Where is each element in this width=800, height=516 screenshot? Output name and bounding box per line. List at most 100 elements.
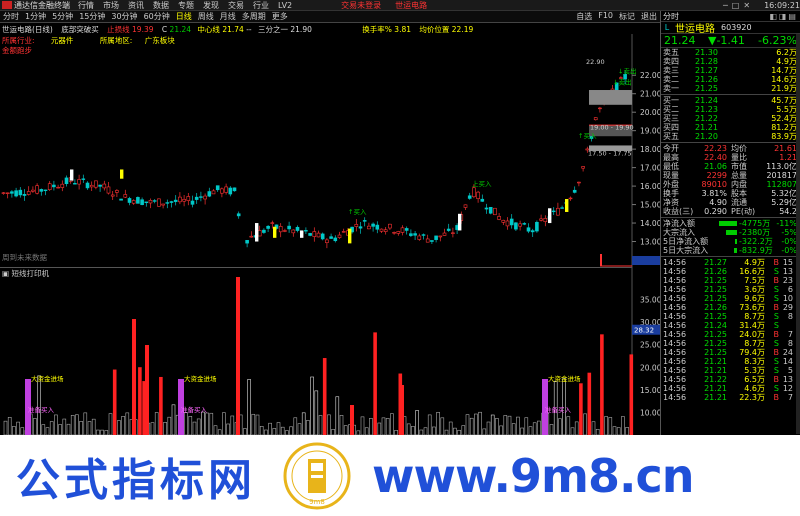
menu-item[interactable]: 行业	[253, 1, 269, 10]
stat-value: 21.06	[704, 162, 727, 171]
indicator-bar	[549, 424, 554, 435]
indicator-name[interactable]: 底部突破买	[61, 25, 99, 34]
menu-item[interactable]: 专题	[178, 1, 194, 10]
menu-item[interactable]: 资讯	[128, 1, 144, 10]
candle-body	[518, 223, 522, 227]
indicator-bar	[318, 415, 323, 435]
order-book-row[interactable]: 买一 21.24 45.7万	[661, 96, 800, 105]
period-tab[interactable]: 5分钟	[49, 11, 76, 22]
indicator-bar	[259, 426, 264, 435]
order-book-row[interactable]: 买三 21.22 52.4万	[661, 114, 800, 123]
tick-row[interactable]: 14:56 21.21 4.6万 S 12	[661, 384, 800, 393]
period-tab[interactable]: 周线	[195, 11, 217, 22]
quote-scrollbar[interactable]	[796, 34, 800, 434]
stat-label: 净资	[663, 198, 679, 207]
tick-row[interactable]: 14:56 21.26 16.6万 S 13	[661, 267, 800, 276]
tick-time: 14:56	[663, 312, 687, 321]
order-book-row[interactable]: 买五 21.20 83.9万	[661, 132, 800, 141]
tick-row[interactable]: 14:56 21.27 4.9万 B 15	[661, 258, 800, 267]
indicator-bar	[247, 379, 251, 435]
candle-body	[556, 207, 560, 216]
tick-row[interactable]: 14:56 21.21 5.3万 S 5	[661, 366, 800, 375]
menu-item[interactable]: 发现	[203, 1, 219, 10]
tick-row[interactable]: 14:56 21.25 3.6万 S 6	[661, 285, 800, 294]
menu-item[interactable]: 行情	[78, 1, 94, 10]
period-tab[interactable]: 1分钟	[22, 11, 49, 22]
menu-item[interactable]: LV2	[278, 1, 292, 10]
indicator-subchart[interactable]: 35.0030.0025.0020.0015.0010.0028.32大资金进场…	[0, 277, 660, 435]
tick-row[interactable]: 14:56 21.25 79.4万 B 24	[661, 348, 800, 357]
tick-row[interactable]: 14:56 21.22 6.5万 B 13	[661, 375, 800, 384]
tick-row[interactable]: 14:56 21.25 9.6万 S 10	[661, 294, 800, 303]
window-controls-icon[interactable]: ─□✕	[723, 1, 754, 10]
tick-price: 21.26	[704, 267, 727, 276]
stat-label: 市值	[731, 162, 747, 171]
order-book-row[interactable]: 买四 21.21 81.2万	[661, 123, 800, 132]
order-book-row[interactable]: 卖二 21.26 14.6万	[661, 75, 800, 84]
period-tab[interactable]: 多周期	[239, 11, 269, 22]
tick-row[interactable]: 14:56 21.25 24.0万 B 7	[661, 330, 800, 339]
signal-candle	[255, 223, 259, 242]
candle-body	[434, 235, 438, 240]
candle-body	[81, 178, 86, 180]
price-tick-label: 22.00	[640, 71, 660, 80]
indicator-bar	[121, 416, 125, 435]
stat-label: 流通	[731, 198, 747, 207]
menu-item[interactable]: 数据	[153, 1, 169, 10]
candle-body	[228, 187, 233, 195]
center-line-value: 21.74	[222, 25, 244, 34]
tick-row[interactable]: 14:56 21.25 8.7万 S 8	[661, 339, 800, 348]
period-tab[interactable]: 分时	[0, 11, 22, 22]
period-tab[interactable]: 更多	[269, 11, 291, 22]
flow-bar	[713, 237, 739, 246]
indicator-bar	[138, 367, 142, 435]
price-change: ▼-1.41	[708, 34, 745, 47]
order-book-row[interactable]: 买二 21.23 5.5万	[661, 105, 800, 114]
tick-row[interactable]: 14:56 21.21 22.3万 B 7	[661, 393, 800, 402]
period-tab[interactable]: 日线	[173, 11, 195, 22]
login-notice[interactable]: 交易未登录	[341, 0, 381, 10]
tick-list[interactable]: 14:56 21.27 4.9万 B 15 14:56 21.26 16.6万 S 13 14:56…	[661, 258, 800, 402]
toolbar-right-item[interactable]: 标记	[616, 11, 638, 22]
watermark-seal-icon: 9m8	[283, 442, 351, 509]
order-book-row[interactable]: 卖五 21.30 6.2万	[661, 48, 800, 57]
panel-tools-icon[interactable]: ◧◨▤	[769, 12, 798, 21]
tick-row[interactable]: 14:56 21.25 7.5万 B 23	[661, 276, 800, 285]
tick-side: S	[773, 339, 779, 348]
order-book-row[interactable]: 卖四 21.28 4.9万	[661, 57, 800, 66]
signal-candle	[120, 169, 124, 179]
candle-body	[417, 235, 422, 240]
indicator-bar	[625, 427, 629, 435]
period-tab[interactable]: 30分钟	[108, 11, 140, 22]
tick-row[interactable]: 14:56 21.26 73.6万 B 29	[661, 303, 800, 312]
ob-volume: 81.2万	[771, 123, 797, 132]
watermark-url[interactable]: www.9m8.cn	[372, 449, 694, 503]
period-tab[interactable]: 15分钟	[76, 11, 108, 22]
candle-body	[560, 207, 564, 209]
order-book-row[interactable]: 卖三 21.27 14.7万	[661, 66, 800, 75]
candle-body	[136, 197, 140, 204]
tick-side: B	[773, 303, 780, 312]
indicator-bar	[196, 418, 201, 435]
toolbar-right-item[interactable]: F10	[595, 11, 616, 22]
indicator-bar	[400, 385, 404, 435]
order-book-row[interactable]: 卖一 21.25 21.9万	[661, 84, 800, 93]
candle-body	[211, 190, 216, 195]
menu-item[interactable]: 市场	[103, 1, 119, 10]
candle-body	[337, 234, 342, 238]
candlestick-chart[interactable]: 22.00 21.00 20.00 19.00 18.00 17.00 16.00 15.00…	[0, 34, 660, 278]
ob-volume: 4.9万	[776, 57, 797, 66]
tick-row[interactable]: 14:56 21.25 8.7万 S 8	[661, 312, 800, 321]
toolbar-right-item[interactable]: 退出	[638, 11, 660, 22]
candle-body	[194, 196, 199, 200]
candle-body	[530, 230, 535, 233]
toolbar-right-item[interactable]: 自选	[573, 11, 595, 22]
tick-row[interactable]: 14:56 21.21 8.3万 S 14	[661, 357, 800, 366]
menu-item[interactable]: 交易	[228, 1, 244, 10]
ob-label: 卖二	[663, 75, 679, 84]
period-tab[interactable]: 月线	[217, 11, 239, 22]
tick-side: S	[773, 267, 779, 276]
period-tab[interactable]: 60分钟	[141, 11, 173, 22]
ob-volume: 6.2万	[776, 48, 797, 57]
tick-row[interactable]: 14:56 21.24 31.4万 S	[661, 321, 800, 330]
